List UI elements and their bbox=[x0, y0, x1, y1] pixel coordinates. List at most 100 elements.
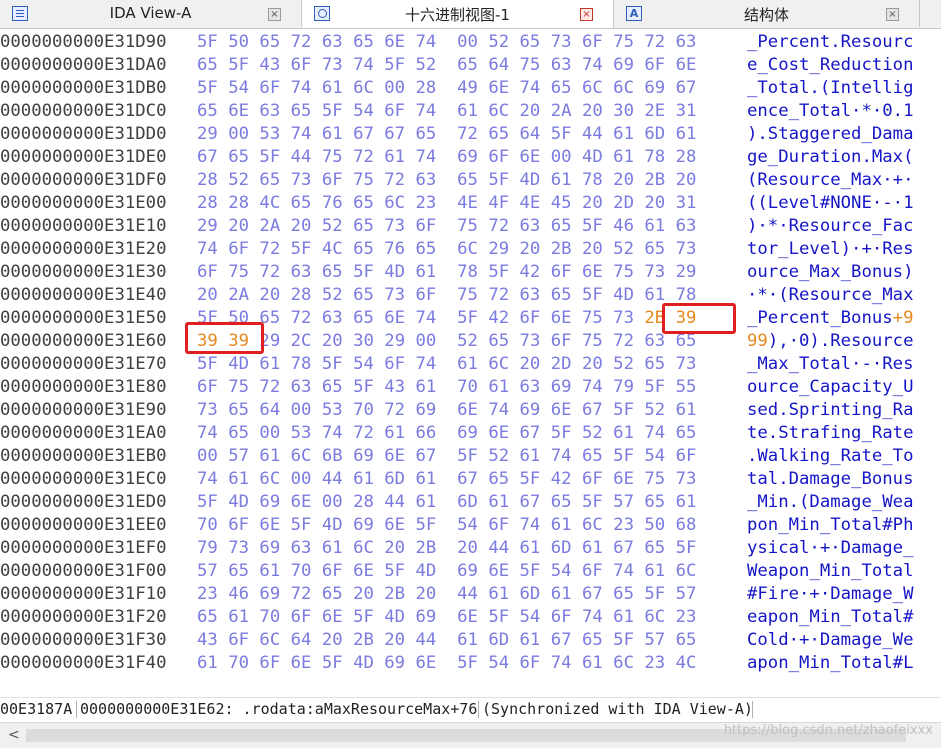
row-hex-bytes[interactable]: 70 6F 6E 5F 4D 69 6E 5F 54 6F 74 61 6C 2… bbox=[197, 514, 696, 537]
row-hex-bytes[interactable]: 20 2A 20 28 52 65 73 6F 75 72 63 65 5F 4… bbox=[197, 284, 696, 307]
tab-label: IDA View-A bbox=[109, 4, 192, 22]
row-ascii[interactable]: _Max_Total·-·Res bbox=[747, 353, 913, 376]
row-ascii[interactable]: e_Cost_Reduction bbox=[747, 54, 913, 77]
close-icon[interactable]: × bbox=[886, 8, 899, 21]
close-icon[interactable]: × bbox=[580, 8, 593, 21]
row-ascii[interactable]: .Walking_Rate_To bbox=[747, 445, 913, 468]
row-ascii[interactable]: tal.Damage_Bonus bbox=[747, 468, 913, 491]
hex-row[interactable]: 0000000000E31ED0 5F 4D 69 6E 00 28 44 61 … bbox=[0, 491, 941, 514]
row-hex-bytes[interactable]: 5F 50 65 72 63 65 6E 74 00 52 65 73 6F 7… bbox=[197, 31, 696, 54]
row-ascii[interactable]: te.Strafing_Rate bbox=[747, 422, 913, 445]
hex-row[interactable]: 0000000000E31E80 6F 75 72 63 65 5F 43 61 … bbox=[0, 376, 941, 399]
hex-row[interactable]: 0000000000E31F20 65 61 70 6F 6E 5F 4D 69 … bbox=[0, 606, 941, 629]
row-ascii[interactable]: ·*·(Resource_Max bbox=[747, 284, 913, 307]
hex-row[interactable]: 0000000000E31DE0 67 65 5F 44 75 72 61 74 … bbox=[0, 146, 941, 169]
divider bbox=[478, 701, 479, 718]
row-ascii[interactable]: eapon_Min_Total# bbox=[747, 606, 913, 629]
row-ascii[interactable]: sed.Sprinting_Ra bbox=[747, 399, 913, 422]
row-address: 0000000000E31EA0 bbox=[0, 423, 167, 443]
row-ascii[interactable]: ource_Max_Bonus) bbox=[747, 261, 913, 284]
row-hex-bytes[interactable]: 6F 75 72 63 65 5F 43 61 70 61 63 69 74 7… bbox=[197, 376, 696, 399]
tab-structures[interactable]: A 结构体 × bbox=[614, 0, 920, 27]
row-hex-bytes[interactable]: 5F 54 6F 74 61 6C 00 28 49 6E 74 65 6C 6… bbox=[197, 77, 696, 100]
row-ascii[interactable]: Cold·+·Damage_We bbox=[747, 629, 913, 652]
hex-row[interactable]: 0000000000E31F40 61 70 6F 6E 5F 4D 69 6E … bbox=[0, 652, 941, 675]
row-hex-bytes[interactable]: 39 39 29 2C 20 30 29 00 52 65 73 6F 75 7… bbox=[197, 330, 696, 353]
row-hex-bytes[interactable]: 74 6F 72 5F 4C 65 76 65 6C 29 20 2B 20 5… bbox=[197, 238, 696, 261]
hex-row[interactable]: 0000000000E31E50 5F 50 65 72 63 65 6E 74 … bbox=[0, 307, 941, 330]
row-hex-bytes[interactable]: 23 46 69 72 65 20 2B 20 44 61 6D 61 67 6… bbox=[197, 583, 696, 606]
hex-row[interactable]: 0000000000E31E00 28 28 4C 65 76 65 6C 23 … bbox=[0, 192, 941, 215]
tab-ida-view-a[interactable]: IDA View-A × bbox=[0, 0, 302, 27]
scroll-left-icon[interactable]: < bbox=[8, 727, 20, 743]
row-ascii[interactable]: )·*·Resource_Fac bbox=[747, 215, 913, 238]
hex-row[interactable]: 0000000000E31EF0 79 73 69 63 61 6C 20 2B … bbox=[0, 537, 941, 560]
row-ascii[interactable]: ge_Duration.Max( bbox=[747, 146, 913, 169]
row-address: 0000000000E31DD0 bbox=[0, 124, 167, 144]
row-address: 0000000000E31E50 bbox=[0, 308, 167, 328]
row-hex-bytes[interactable]: 65 61 70 6F 6E 5F 4D 69 6E 5F 54 6F 74 6… bbox=[197, 606, 696, 629]
row-hex-bytes[interactable]: 79 73 69 63 61 6C 20 2B 20 44 61 6D 61 6… bbox=[197, 537, 696, 560]
row-hex-bytes[interactable]: 74 65 00 53 74 72 61 66 69 6E 67 5F 52 6… bbox=[197, 422, 696, 445]
row-hex-bytes[interactable]: 5F 4D 69 6E 00 28 44 61 6D 61 67 65 5F 5… bbox=[197, 491, 696, 514]
row-ascii[interactable]: ysical·+·Damage_ bbox=[747, 537, 913, 560]
row-ascii[interactable]: ence_Total·*·0.1 bbox=[747, 100, 913, 123]
row-ascii[interactable]: _Percent.Resourc bbox=[747, 31, 913, 54]
row-ascii[interactable]: #Fire·+·Damage_W bbox=[747, 583, 913, 606]
row-hex-bytes[interactable]: 28 28 4C 65 76 65 6C 23 4E 4F 4E 45 20 2… bbox=[197, 192, 696, 215]
divider bbox=[752, 701, 753, 718]
hex-row[interactable]: 0000000000E31EB0 00 57 61 6C 6B 69 6E 67 … bbox=[0, 445, 941, 468]
hex-row[interactable]: 0000000000E31E40 20 2A 20 28 52 65 73 6F … bbox=[0, 284, 941, 307]
hex-row[interactable]: 0000000000E31DF0 28 52 65 73 6F 75 72 63 … bbox=[0, 169, 941, 192]
row-ascii[interactable]: _Min.(Damage_Wea bbox=[747, 491, 913, 514]
row-ascii[interactable]: apon_Min_Total#L bbox=[747, 652, 913, 675]
row-hex-bytes[interactable]: 28 52 65 73 6F 75 72 63 65 5F 4D 61 78 2… bbox=[197, 169, 696, 192]
tab-overflow[interactable] bbox=[920, 0, 941, 27]
hex-row[interactable]: 0000000000E31D90 5F 50 65 72 63 65 6E 74 … bbox=[0, 31, 941, 54]
hex-row[interactable]: 0000000000E31E20 74 6F 72 5F 4C 65 76 65 … bbox=[0, 238, 941, 261]
close-icon[interactable]: × bbox=[268, 8, 281, 21]
row-ascii[interactable]: _Percent_Bonus+9 bbox=[747, 307, 913, 330]
row-ascii[interactable]: _Total.(Intellig bbox=[747, 77, 913, 100]
hex-row[interactable]: 0000000000E31DA0 65 5F 43 6F 73 74 5F 52 … bbox=[0, 54, 941, 77]
row-hex-bytes[interactable]: 74 61 6C 00 44 61 6D 61 67 65 5F 42 6F 6… bbox=[197, 468, 696, 491]
row-ascii[interactable]: ource_Capacity_U bbox=[747, 376, 913, 399]
row-hex-bytes[interactable]: 73 65 64 00 53 70 72 69 6E 74 69 6E 67 5… bbox=[197, 399, 696, 422]
hex-row[interactable]: 0000000000E31E70 5F 4D 61 78 5F 54 6F 74 … bbox=[0, 353, 941, 376]
hex-row[interactable]: 0000000000E31EA0 74 65 00 53 74 72 61 66 … bbox=[0, 422, 941, 445]
hex-row[interactable]: 0000000000E31F00 57 65 61 70 6F 6E 5F 4D … bbox=[0, 560, 941, 583]
row-hex-bytes[interactable]: 29 00 53 74 61 67 67 65 72 65 64 5F 44 6… bbox=[197, 123, 696, 146]
hex-row[interactable]: 0000000000E31EC0 74 61 6C 00 44 61 6D 61 … bbox=[0, 468, 941, 491]
status-sync: (Synchronized with IDA View-A) bbox=[482, 700, 753, 718]
row-hex-bytes[interactable]: 00 57 61 6C 6B 69 6E 67 5F 52 61 74 65 5… bbox=[197, 445, 696, 468]
hex-row[interactable]: 0000000000E31E60 39 39 29 2C 20 30 29 00 … bbox=[0, 330, 941, 353]
row-hex-bytes[interactable]: 29 20 2A 20 52 65 73 6F 75 72 63 65 5F 4… bbox=[197, 215, 696, 238]
hex-row[interactable]: 0000000000E31E10 29 20 2A 20 52 65 73 6F … bbox=[0, 215, 941, 238]
row-ascii[interactable]: pon_Min_Total#Ph bbox=[747, 514, 913, 537]
row-ascii[interactable]: (Resource_Max·+· bbox=[747, 169, 913, 192]
status-location: 0000000000E31E62: .rodata:aMaxResourceMa… bbox=[80, 700, 478, 718]
row-hex-bytes[interactable]: 57 65 61 70 6F 6E 5F 4D 69 6E 5F 54 6F 7… bbox=[197, 560, 696, 583]
hex-row[interactable]: 0000000000E31E30 6F 75 72 63 65 5F 4D 61 … bbox=[0, 261, 941, 284]
row-hex-bytes[interactable]: 5F 4D 61 78 5F 54 6F 74 61 6C 20 2D 20 5… bbox=[197, 353, 696, 376]
row-ascii[interactable]: Weapon_Min_Total bbox=[747, 560, 913, 583]
row-ascii[interactable]: ((Level#NONE·-·1 bbox=[747, 192, 913, 215]
hex-row[interactable]: 0000000000E31F10 23 46 69 72 65 20 2B 20 … bbox=[0, 583, 941, 606]
hex-row[interactable]: 0000000000E31EE0 70 6F 6E 5F 4D 69 6E 5F … bbox=[0, 514, 941, 537]
row-hex-bytes[interactable]: 43 6F 6C 64 20 2B 20 44 61 6D 61 67 65 5… bbox=[197, 629, 696, 652]
row-ascii[interactable]: ).Staggered_Dama bbox=[747, 123, 913, 146]
hex-row[interactable]: 0000000000E31DD0 29 00 53 74 61 67 67 65 … bbox=[0, 123, 941, 146]
hex-row[interactable]: 0000000000E31DB0 5F 54 6F 74 61 6C 00 28 … bbox=[0, 77, 941, 100]
row-hex-bytes[interactable]: 6F 75 72 63 65 5F 4D 61 78 5F 42 6F 6E 7… bbox=[197, 261, 696, 284]
hex-row[interactable]: 0000000000E31E90 73 65 64 00 53 70 72 69 … bbox=[0, 399, 941, 422]
hex-row[interactable]: 0000000000E31F30 43 6F 6C 64 20 2B 20 44 … bbox=[0, 629, 941, 652]
row-ascii[interactable]: 99),·0).Resource bbox=[747, 330, 913, 353]
row-ascii[interactable]: tor_Level)·+·Res bbox=[747, 238, 913, 261]
row-hex-bytes[interactable]: 5F 50 65 72 63 65 6E 74 5F 42 6F 6E 75 7… bbox=[197, 307, 696, 330]
row-hex-bytes[interactable]: 61 70 6F 6E 5F 4D 69 6E 5F 54 6F 74 61 6… bbox=[197, 652, 696, 675]
row-hex-bytes[interactable]: 67 65 5F 44 75 72 61 74 69 6F 6E 00 4D 6… bbox=[197, 146, 696, 169]
tab-hex-view-1[interactable]: 十六进制视图-1 × bbox=[302, 0, 614, 28]
row-hex-bytes[interactable]: 65 6E 63 65 5F 54 6F 74 61 6C 20 2A 20 3… bbox=[197, 100, 696, 123]
hex-row[interactable]: 0000000000E31DC0 65 6E 63 65 5F 54 6F 74 … bbox=[0, 100, 941, 123]
row-hex-bytes[interactable]: 65 5F 43 6F 73 74 5F 52 65 64 75 63 74 6… bbox=[197, 54, 696, 77]
